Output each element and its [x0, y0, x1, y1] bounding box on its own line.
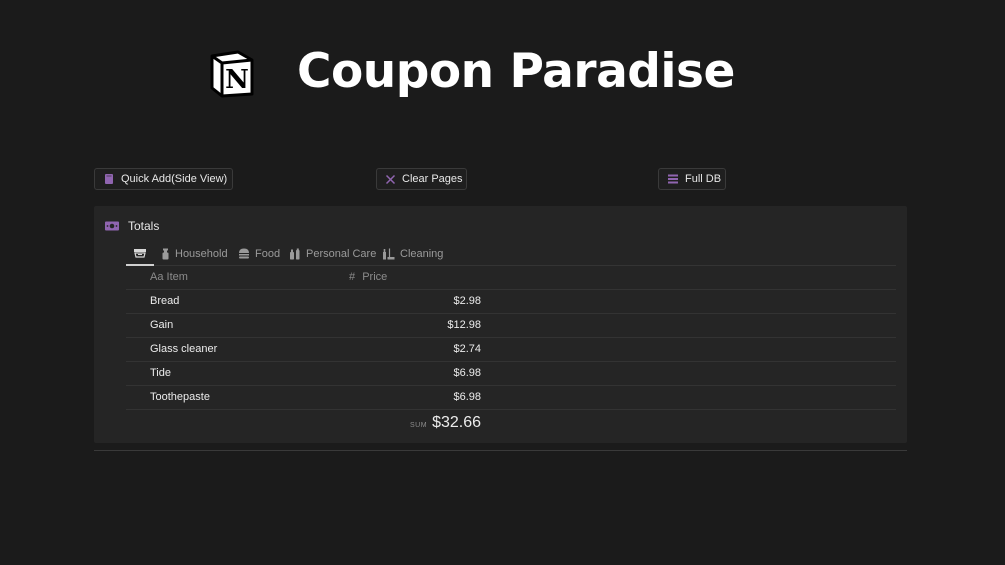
- document-icon: [105, 174, 113, 184]
- number-type-icon: #: [349, 271, 356, 283]
- price-cell[interactable]: $2.74: [346, 338, 481, 361]
- price-sum[interactable]: SUM $32.66: [346, 410, 481, 438]
- list-icon: [668, 174, 678, 184]
- tab-food[interactable]: Food: [238, 242, 280, 265]
- full-db-label: Full DB: [685, 173, 722, 185]
- cash-icon: [105, 221, 119, 231]
- table-row[interactable]: Glass cleaner $2.74: [126, 338, 896, 362]
- price-cell[interactable]: $6.98: [346, 362, 481, 385]
- column-header-price-label: Price: [362, 271, 388, 283]
- tab-personal-care[interactable]: Personal Care: [289, 242, 376, 265]
- clear-pages-label: Clear Pages: [402, 173, 463, 185]
- page: N Coupon Paradise Quick Add(Side View) C…: [0, 0, 1005, 565]
- totals-panel: Totals Household Food Personal Care Clea…: [94, 206, 907, 443]
- item-cell[interactable]: Glass cleaner: [150, 338, 217, 361]
- panel-title: Totals: [128, 219, 160, 233]
- item-cell[interactable]: Toothepaste: [150, 386, 210, 409]
- close-icon: [385, 174, 396, 184]
- price-cell[interactable]: $2.98: [346, 290, 481, 313]
- tab-cleaning[interactable]: Cleaning: [382, 242, 443, 265]
- item-cell[interactable]: Gain: [150, 314, 173, 337]
- cash-register-icon: [134, 249, 146, 258]
- column-header-price[interactable]: # Price: [349, 266, 484, 289]
- cleaning-supplies-icon: [383, 248, 395, 259]
- full-db-button[interactable]: Full DB: [658, 168, 726, 190]
- notion-logo-icon: N: [208, 48, 256, 98]
- quick-add-button[interactable]: Quick Add(Side View): [94, 168, 233, 190]
- tab-household-label: Household: [175, 247, 228, 260]
- table-row[interactable]: Bread $2.98: [126, 290, 896, 314]
- column-header-item[interactable]: Aa Item: [150, 266, 188, 289]
- panel-header[interactable]: Totals: [104, 219, 159, 233]
- page-header: N Coupon Paradise: [0, 44, 1005, 104]
- item-cell[interactable]: Bread: [150, 290, 179, 313]
- spray-bottle-icon: [162, 248, 169, 259]
- price-cell[interactable]: $6.98: [346, 386, 481, 409]
- table-row[interactable]: Tide $6.98: [126, 362, 896, 386]
- sum-row: SUM $32.66: [126, 410, 896, 434]
- bottles-icon: [290, 248, 300, 259]
- tab-personal-care-label: Personal Care: [306, 247, 377, 260]
- quick-add-label: Quick Add(Side View): [121, 173, 228, 185]
- table-header-row: Aa Item # Price: [126, 266, 896, 290]
- tab-household[interactable]: Household: [161, 242, 228, 265]
- divider: [94, 450, 907, 451]
- column-header-item-label: Item: [166, 271, 188, 283]
- page-title: Coupon Paradise: [297, 44, 735, 99]
- price-cell[interactable]: $12.98: [346, 314, 481, 337]
- table-row[interactable]: Gain $12.98: [126, 314, 896, 338]
- sum-value: $32.66: [432, 414, 481, 431]
- sum-label: SUM: [410, 422, 428, 429]
- clear-pages-button[interactable]: Clear Pages: [376, 168, 467, 190]
- svg-text:N: N: [225, 65, 249, 95]
- table-row[interactable]: Toothepaste $6.98: [126, 386, 896, 410]
- view-tabs: Household Food Personal Care Cleaning: [126, 242, 896, 266]
- text-type-icon: Aa: [150, 271, 164, 283]
- tab-cleaning-label: Cleaning: [400, 247, 444, 260]
- tab-food-label: Food: [255, 247, 281, 260]
- tab-all[interactable]: [126, 242, 154, 266]
- item-cell[interactable]: Tide: [150, 362, 171, 385]
- burger-icon: [239, 248, 249, 259]
- totals-table: Aa Item # Price Bread $2.98 Gain $12.98 …: [126, 266, 896, 434]
